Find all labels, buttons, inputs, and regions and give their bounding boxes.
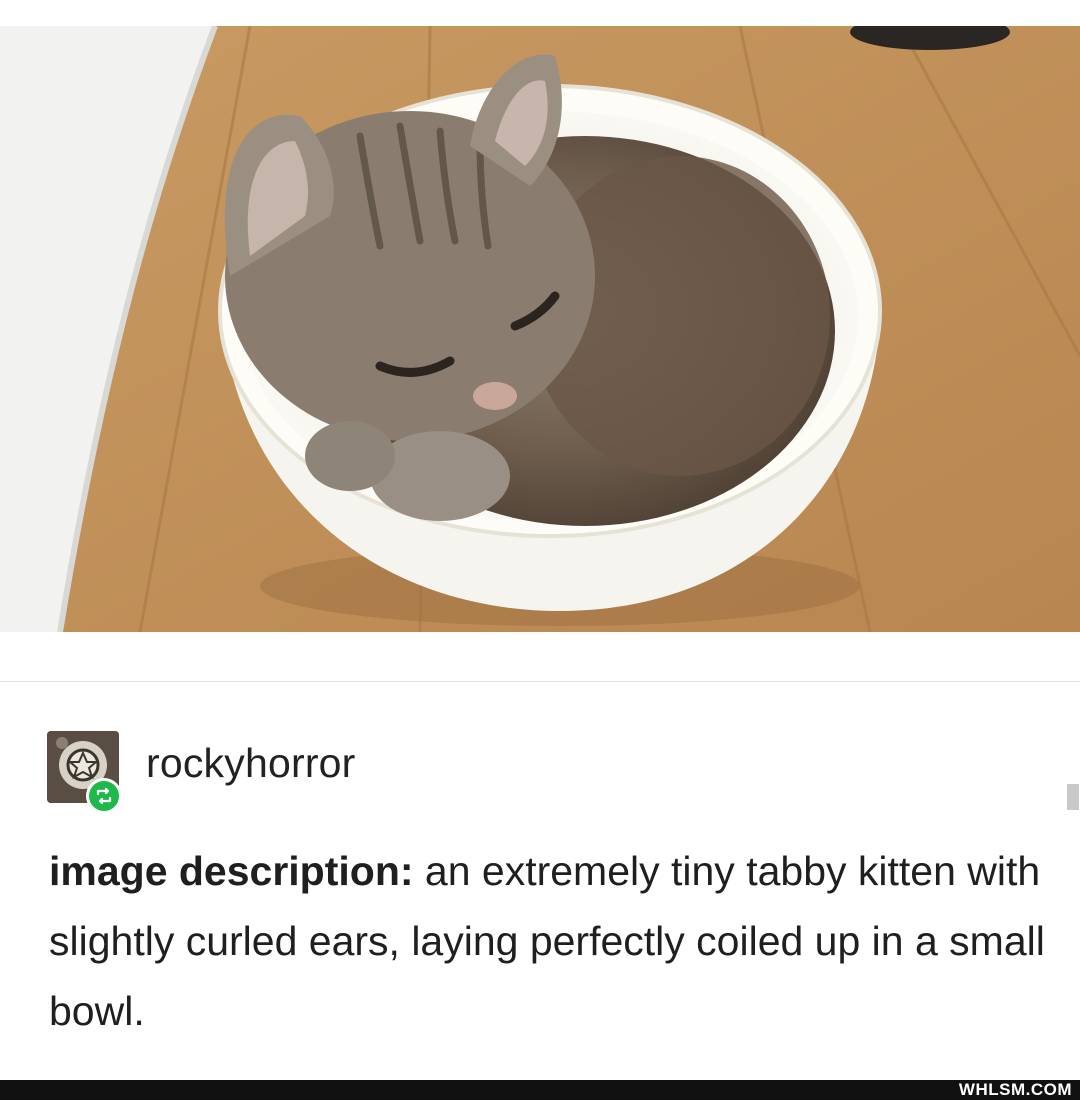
post-divider bbox=[0, 681, 1080, 682]
author-username[interactable]: rockyhorror bbox=[146, 740, 356, 787]
reblog-badge bbox=[86, 778, 122, 814]
kitten-in-bowl-image bbox=[0, 26, 1080, 632]
author-avatar-block[interactable] bbox=[47, 731, 122, 817]
scrollbar-thumb[interactable] bbox=[1067, 784, 1079, 810]
post-text: image description: an extremely tiny tab… bbox=[49, 836, 1049, 1046]
reblog-icon bbox=[96, 787, 112, 805]
description-label: image description: bbox=[49, 848, 414, 894]
footer-bar bbox=[0, 1080, 1080, 1100]
site-watermark: WHLSM.COM bbox=[958, 1080, 1072, 1099]
post-photo[interactable] bbox=[0, 26, 1080, 632]
